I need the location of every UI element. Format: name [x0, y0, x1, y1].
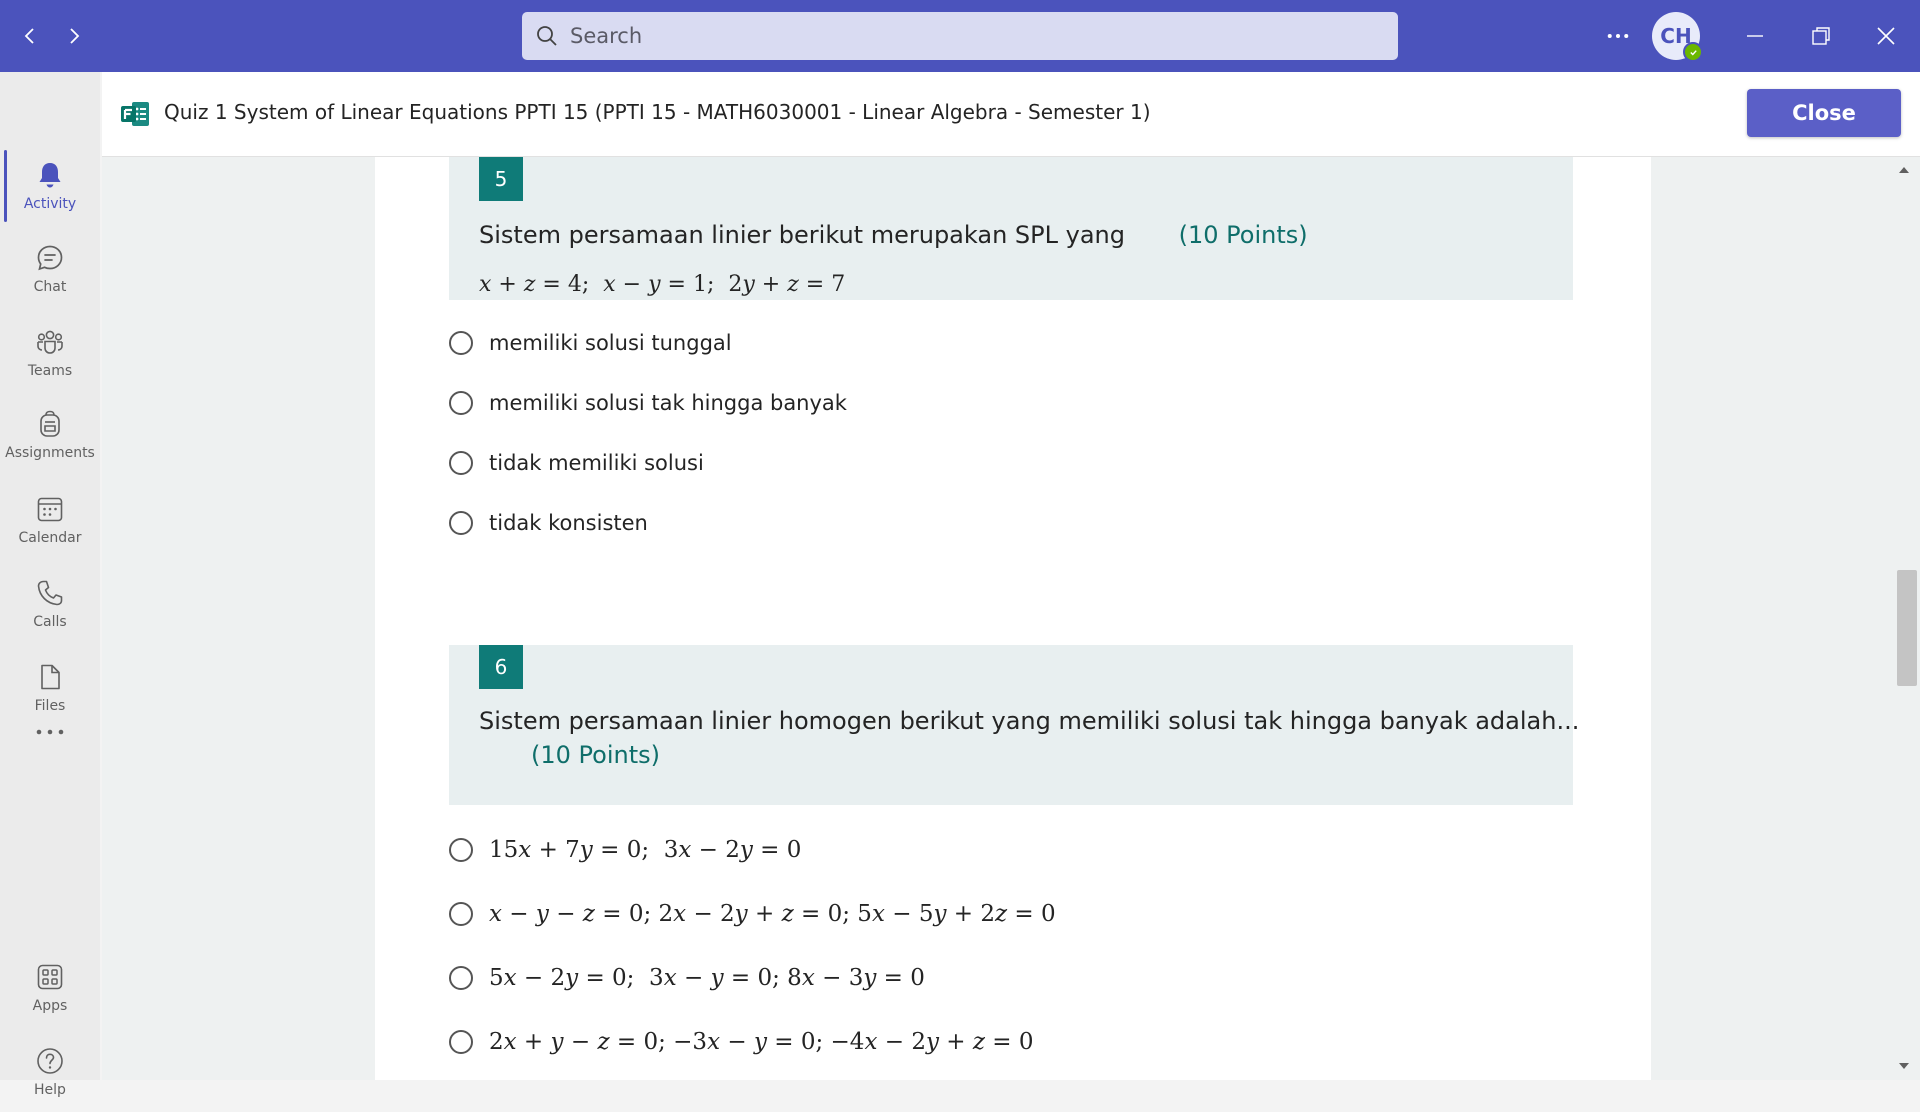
option-label: tidak konsisten — [489, 511, 648, 535]
question-6-header: 6 Sistem persamaan linier homogen beriku… — [449, 645, 1579, 805]
scroll-down-button[interactable] — [1896, 1059, 1912, 1073]
search-input[interactable] — [568, 23, 1352, 49]
question-points: (10 Points) — [1178, 221, 1308, 249]
microsoft-forms-logo-icon — [121, 102, 149, 126]
window-close-button[interactable] — [1858, 12, 1914, 60]
option-q6-3[interactable]: 5x − 2y = 0; 3x − y = 0; 8x − 3y = 0 — [449, 965, 925, 991]
option-q5-1[interactable]: memiliki solusi tunggal — [449, 331, 732, 355]
ellipsis-icon — [36, 729, 64, 735]
ellipsis-icon — [1607, 33, 1629, 39]
triangle-up-icon — [1899, 167, 1909, 173]
rail-item-apps[interactable]: Apps — [0, 948, 100, 1028]
radio-button[interactable] — [449, 331, 473, 355]
rail-item-activity[interactable]: Activity — [0, 146, 100, 226]
title-bar: CH — [0, 0, 1920, 72]
option-q6-2[interactable]: x − y − z = 0; 2x − 2y + z = 0; 5x − 5y … — [449, 901, 1056, 927]
radio-button[interactable] — [449, 391, 473, 415]
scroll-up-button[interactable] — [1896, 163, 1912, 177]
rail-item-teams[interactable]: Teams — [0, 313, 100, 393]
rail-label: Calls — [33, 614, 67, 630]
restore-button[interactable] — [1793, 12, 1849, 60]
scrollbar-thumb[interactable] — [1897, 570, 1917, 686]
radio-button[interactable] — [449, 511, 473, 535]
form-card: 5 Sistem persamaan linier berikut merupa… — [375, 157, 1651, 1080]
rail-label: Calendar — [18, 530, 82, 546]
rail-label: Activity — [23, 196, 77, 212]
rail-label: Help — [34, 1082, 66, 1098]
chat-icon — [37, 245, 63, 271]
option-label: memiliki solusi tunggal — [489, 331, 732, 355]
more-options-button[interactable] — [1600, 22, 1636, 50]
minimize-button[interactable] — [1727, 12, 1783, 60]
option-equation: 2x + y − z = 0; −3x − y = 0; −4x − 2y + … — [489, 1029, 1034, 1055]
question-number: 5 — [479, 157, 523, 201]
rail-item-calendar[interactable]: Calendar — [0, 480, 100, 560]
question-points: (10 Points) — [531, 741, 660, 769]
rail-item-chat[interactable]: Chat — [0, 229, 100, 309]
option-label: memiliki solusi tak hingga banyak — [489, 391, 847, 415]
radio-button[interactable] — [449, 1030, 473, 1054]
rail-label: Assignments — [5, 445, 95, 461]
calendar-icon — [37, 497, 63, 522]
minimize-icon — [1747, 35, 1763, 37]
option-label: tidak memiliki solusi — [489, 451, 704, 475]
question-title: Sistem persamaan linier berikut merupaka… — [479, 221, 1308, 249]
question-number: 6 — [479, 645, 523, 689]
forward-button[interactable] — [56, 18, 92, 54]
question-equation: x + z = 4; x − y = 1; 2y + z = 7 — [479, 272, 846, 297]
question-text: Sistem persamaan linier berikut merupaka… — [479, 221, 1125, 249]
apps-icon — [37, 964, 63, 990]
presence-available-icon — [1683, 42, 1703, 62]
option-equation: 5x − 2y = 0; 3x − y = 0; 8x − 3y = 0 — [489, 965, 925, 991]
question-text: Sistem persamaan linier homogen berikut … — [479, 707, 1580, 735]
rail-item-help[interactable]: Help — [0, 1032, 100, 1112]
restore-icon — [1812, 27, 1830, 45]
rail-label: Teams — [27, 363, 73, 379]
help-icon — [37, 1048, 63, 1074]
app-rail: Activity Chat Teams Assignments Calendar… — [0, 72, 100, 1098]
close-button[interactable]: Close — [1747, 89, 1901, 137]
app-header: Quiz 1 System of Linear Equations PPTI 1… — [102, 72, 1920, 157]
radio-button[interactable] — [449, 966, 473, 990]
option-q6-4[interactable]: 2x + y − z = 0; −3x − y = 0; −4x − 2y + … — [449, 1029, 1034, 1055]
phone-icon — [37, 580, 63, 606]
radio-button[interactable] — [449, 902, 473, 926]
question-5-header: 5 Sistem persamaan linier berikut merupa… — [449, 157, 1573, 300]
search-icon — [537, 26, 557, 46]
rail-more-apps-button[interactable] — [0, 702, 100, 762]
triangle-down-icon — [1899, 1063, 1909, 1069]
backpack-icon — [40, 410, 60, 437]
rail-label: Chat — [33, 279, 67, 295]
option-q6-1[interactable]: 15x + 7y = 0; 3x − 2y = 0 — [449, 837, 801, 863]
chevron-right-icon — [70, 28, 80, 44]
bell-icon — [39, 163, 61, 188]
file-icon — [41, 664, 60, 690]
avatar[interactable]: CH — [1652, 12, 1703, 62]
option-q5-4[interactable]: tidak konsisten — [449, 511, 648, 535]
radio-button[interactable] — [449, 451, 473, 475]
search-box[interactable] — [522, 12, 1398, 60]
rail-item-assignments[interactable]: Assignments — [0, 395, 100, 475]
back-button[interactable] — [12, 18, 48, 54]
form-viewport: 5 Sistem persamaan linier berikut merupa… — [102, 157, 1920, 1080]
rail-label: Apps — [32, 998, 68, 1014]
option-q5-2[interactable]: memiliki solusi tak hingga banyak — [449, 391, 847, 415]
page-title: Quiz 1 System of Linear Equations PPTI 1… — [164, 100, 1151, 124]
chevron-left-icon — [24, 28, 34, 44]
radio-button[interactable] — [449, 838, 473, 862]
option-equation: x − y − z = 0; 2x − 2y + z = 0; 5x − 5y … — [489, 901, 1056, 927]
rail-item-calls[interactable]: Calls — [0, 564, 100, 644]
option-q5-3[interactable]: tidak memiliki solusi — [449, 451, 704, 475]
option-equation: 15x + 7y = 0; 3x − 2y = 0 — [489, 837, 802, 863]
teams-icon — [37, 330, 63, 354]
close-icon — [1877, 27, 1895, 45]
